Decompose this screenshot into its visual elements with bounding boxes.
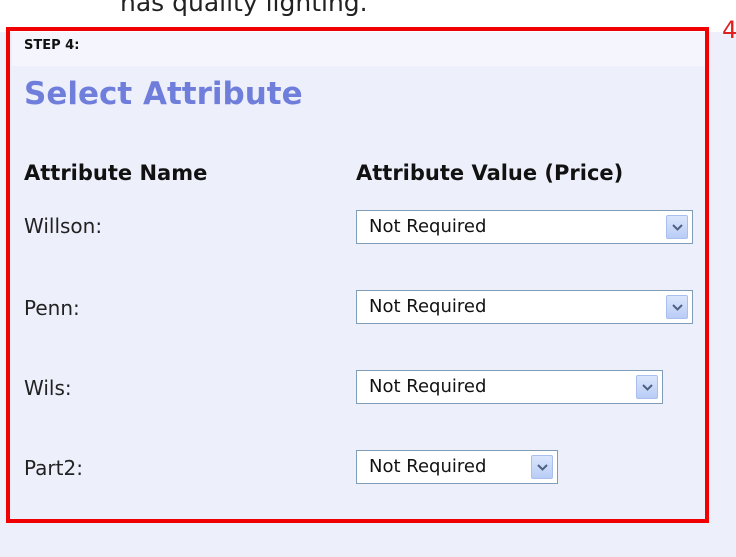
previous-description-text: has quality lighting.	[120, 0, 368, 17]
callout-number: 4	[722, 16, 736, 44]
callout-highlight-box	[6, 27, 709, 523]
